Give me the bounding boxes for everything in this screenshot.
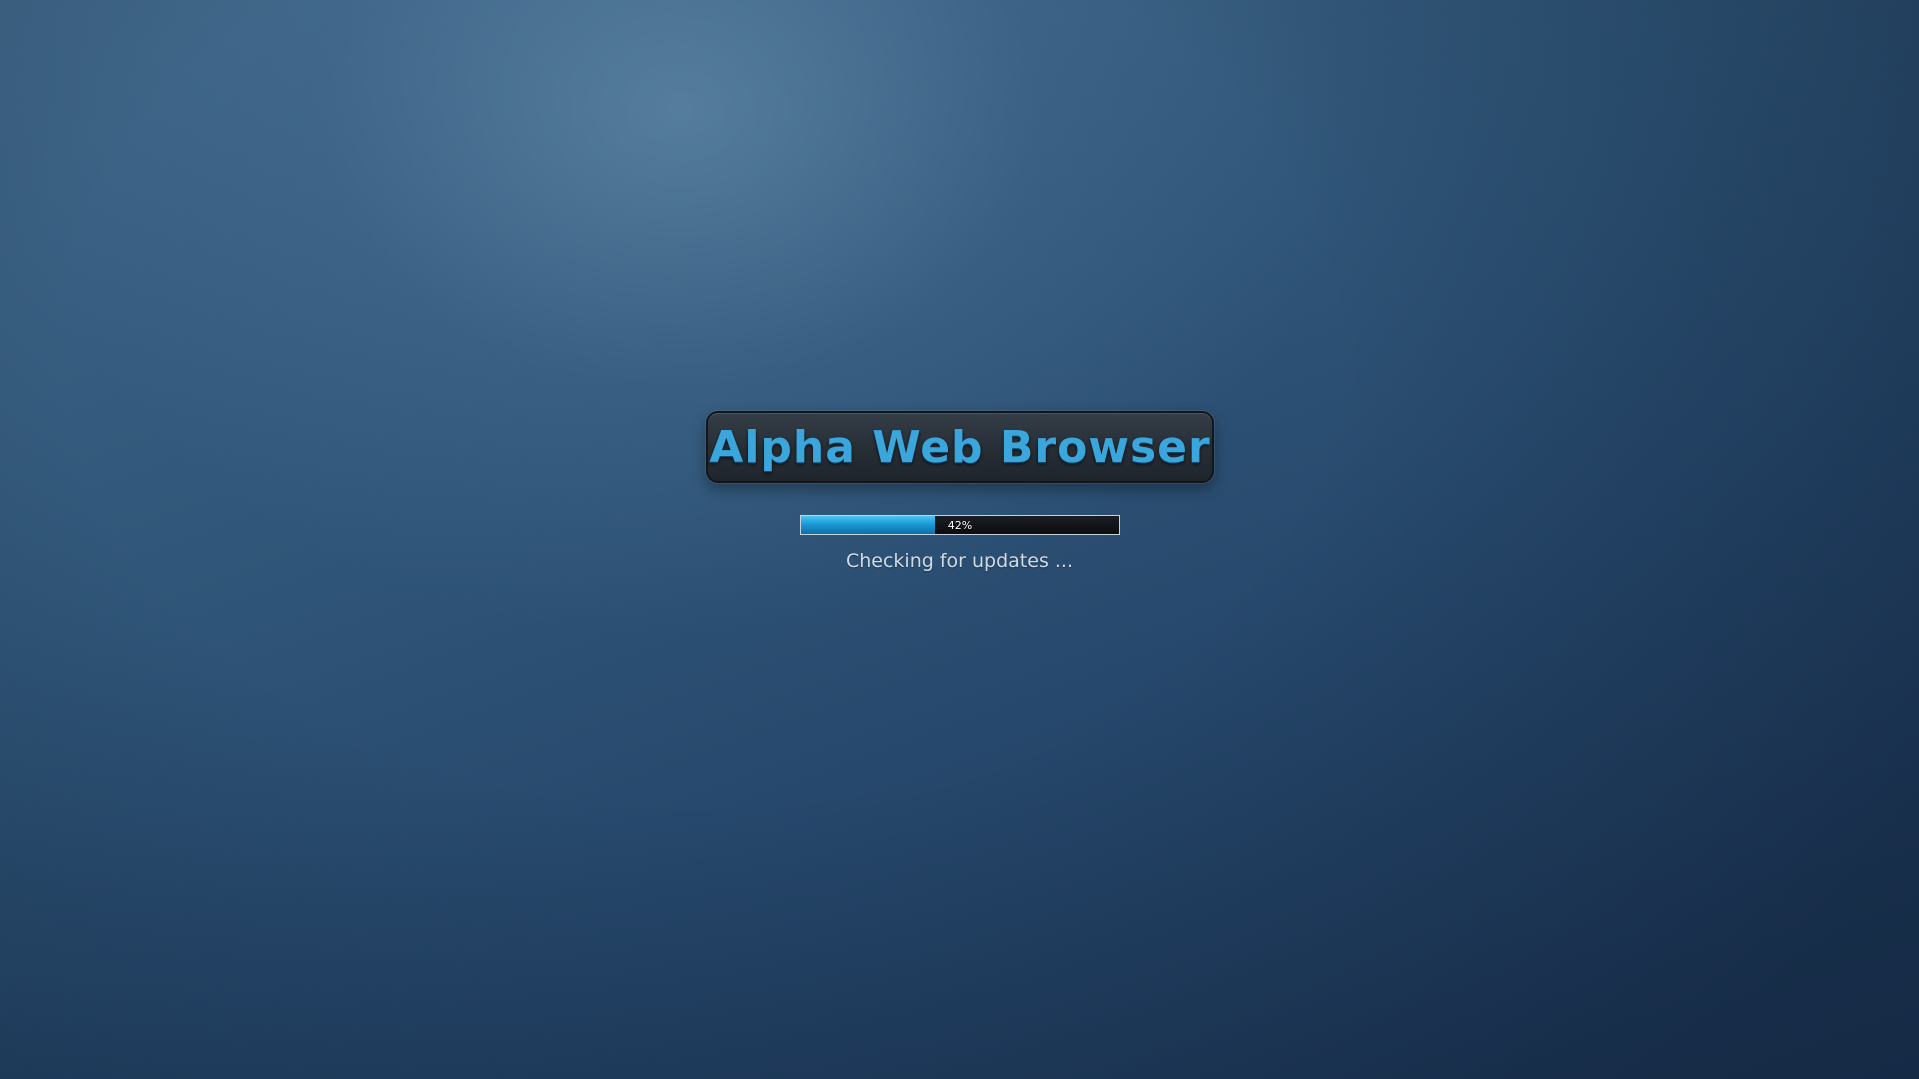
update-progress-bar: 42% (800, 515, 1120, 535)
app-logo-plate: Alpha Web Browser (706, 411, 1214, 483)
progress-percent-label: 42% (947, 518, 973, 532)
app-title: Alpha Web Browser (709, 421, 1211, 473)
splash-screen: Alpha Web Browser 42% Checking for updat… (0, 0, 1919, 1079)
status-message: Checking for updates ... (845, 550, 1074, 572)
